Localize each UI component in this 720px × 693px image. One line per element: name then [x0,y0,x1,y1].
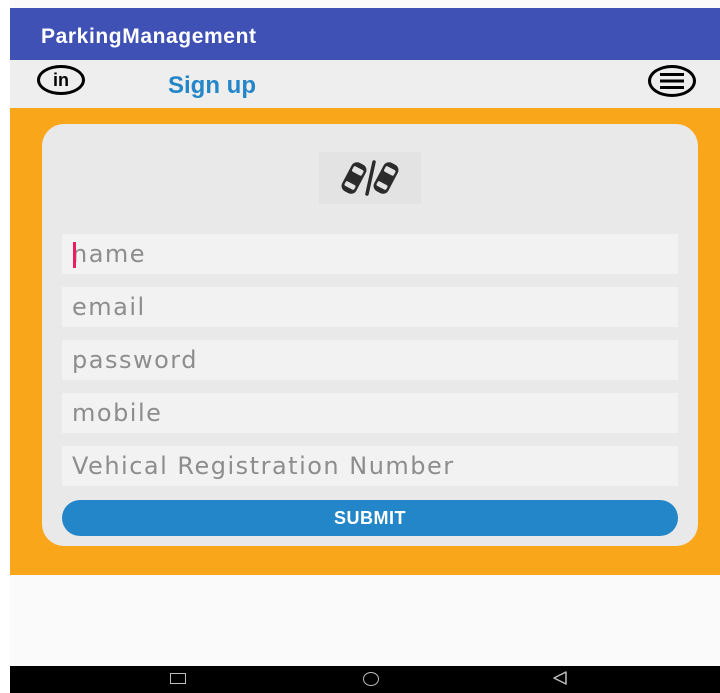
recents-square-icon[interactable] [170,673,186,684]
menu-button[interactable] [648,65,696,97]
tab-sign-up[interactable]: Sign up [168,72,256,100]
vehicle-registration-field[interactable] [62,446,678,486]
text-cursor [73,242,76,268]
home-circle-icon[interactable] [363,672,379,686]
mobile-field[interactable] [62,393,678,433]
phone-screen: ParkingManagement in Sign up name email … [10,0,720,693]
tab-bar: in Sign up [10,60,720,108]
submit-button[interactable]: SUBMIT [62,500,678,536]
email-field[interactable] [62,287,678,327]
sign-in-badge-label: in [53,70,69,90]
name-field[interactable] [62,234,678,274]
sign-in-badge[interactable]: in [37,65,85,95]
app-title: ParkingManagement [41,25,257,48]
hamburger-menu-icon [660,73,684,89]
app-bar: ParkingManagement [10,8,720,60]
password-field[interactable] [62,340,678,380]
signup-panel: SUBMIT [10,108,720,575]
system-nav-bar [10,666,720,693]
signup-card: SUBMIT [42,124,698,546]
app-logo [319,152,421,204]
two-cars-icon [341,160,399,196]
back-triangle-icon[interactable] [552,670,568,686]
